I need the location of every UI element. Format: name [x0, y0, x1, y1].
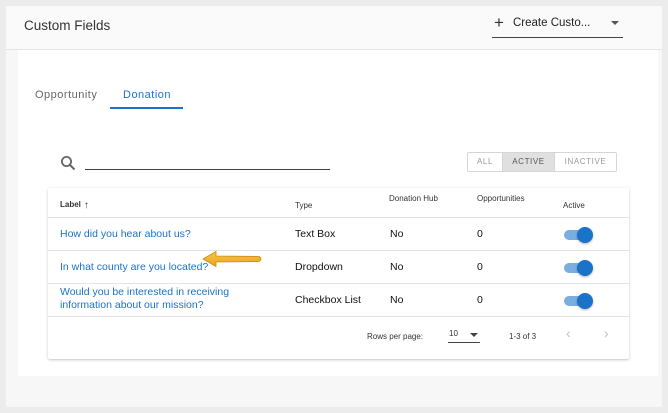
- toggle-thumb: [577, 227, 593, 243]
- filter-inactive-button[interactable]: INACTIVE: [555, 153, 616, 171]
- column-header-label[interactable]: Label ↑: [60, 200, 89, 211]
- status-filter-group: ALL ACTIVE INACTIVE: [467, 152, 617, 172]
- active-toggle[interactable]: [564, 293, 593, 309]
- tab-donation[interactable]: Donation: [123, 89, 171, 101]
- create-button-label: Create Custo...: [513, 17, 591, 29]
- caret-down-icon: [470, 333, 478, 337]
- arrow-up-icon: ↑: [83, 200, 89, 211]
- plus-icon: +: [494, 13, 504, 32]
- search-icon[interactable]: [60, 155, 76, 171]
- table-footer-divider: [48, 316, 629, 317]
- filter-active-button[interactable]: ACTIVE: [503, 153, 555, 171]
- content-area: Opportunity Donation ALL ACTIVE INACTIVE…: [18, 50, 658, 376]
- field-label-link[interactable]: In what county are you located?: [60, 261, 208, 274]
- column-header-label-text: Label: [60, 200, 81, 209]
- field-donation-hub: No: [390, 261, 404, 273]
- field-donation-hub: No: [390, 294, 404, 306]
- field-opportunities: 0: [477, 261, 483, 273]
- custom-fields-table: Label ↑ Type Donation Hub Opportunities A…: [48, 188, 629, 359]
- annotation-arrow-icon: [202, 250, 262, 268]
- field-type: Text Box: [295, 228, 336, 240]
- custom-fields-panel: Custom Fields + Create Custo... Opportun…: [6, 6, 662, 407]
- column-header-active[interactable]: Active: [563, 201, 585, 210]
- filter-all-button[interactable]: ALL: [468, 153, 503, 171]
- column-header-opportunities[interactable]: Opportunities: [477, 194, 525, 203]
- pagination-range: 1-3 of 3: [509, 332, 537, 341]
- page-title: Custom Fields: [24, 18, 111, 33]
- active-toggle[interactable]: [564, 227, 593, 243]
- chevron-left-icon[interactable]: ‹: [566, 325, 571, 341]
- column-header-donation-hub[interactable]: Donation Hub: [389, 194, 438, 203]
- field-type: Checkbox List: [295, 294, 361, 306]
- column-header-type[interactable]: Type: [295, 201, 312, 210]
- active-tab-indicator: [110, 107, 183, 109]
- caret-down-icon: [611, 21, 619, 25]
- table-row: How did you hear about us? Text Box No 0: [48, 217, 629, 250]
- create-custom-field-button[interactable]: + Create Custo...: [492, 10, 623, 38]
- field-type: Dropdown: [295, 261, 343, 273]
- toggle-thumb: [577, 293, 593, 309]
- field-opportunities: 0: [477, 294, 483, 306]
- field-label-link[interactable]: Would you be interested in receiving inf…: [60, 286, 250, 312]
- toggle-thumb: [577, 260, 593, 276]
- field-label-link[interactable]: How did you hear about us?: [60, 228, 191, 241]
- table-row: In what county are you located? Dropdown…: [48, 250, 629, 283]
- tab-opportunity[interactable]: Opportunity: [35, 89, 97, 101]
- panel-header: Custom Fields + Create Custo...: [6, 6, 662, 50]
- active-toggle[interactable]: [564, 260, 593, 276]
- chevron-right-icon[interactable]: ›: [604, 325, 609, 341]
- rows-per-page-label: Rows per page:: [367, 332, 424, 341]
- table-row: Would you be interested in receiving inf…: [48, 283, 629, 316]
- rows-per-page-value: 10: [449, 329, 458, 338]
- field-donation-hub: No: [390, 228, 404, 240]
- search-input[interactable]: [85, 169, 330, 170]
- rows-per-page-select[interactable]: 10: [448, 327, 480, 343]
- field-opportunities: 0: [477, 228, 483, 240]
